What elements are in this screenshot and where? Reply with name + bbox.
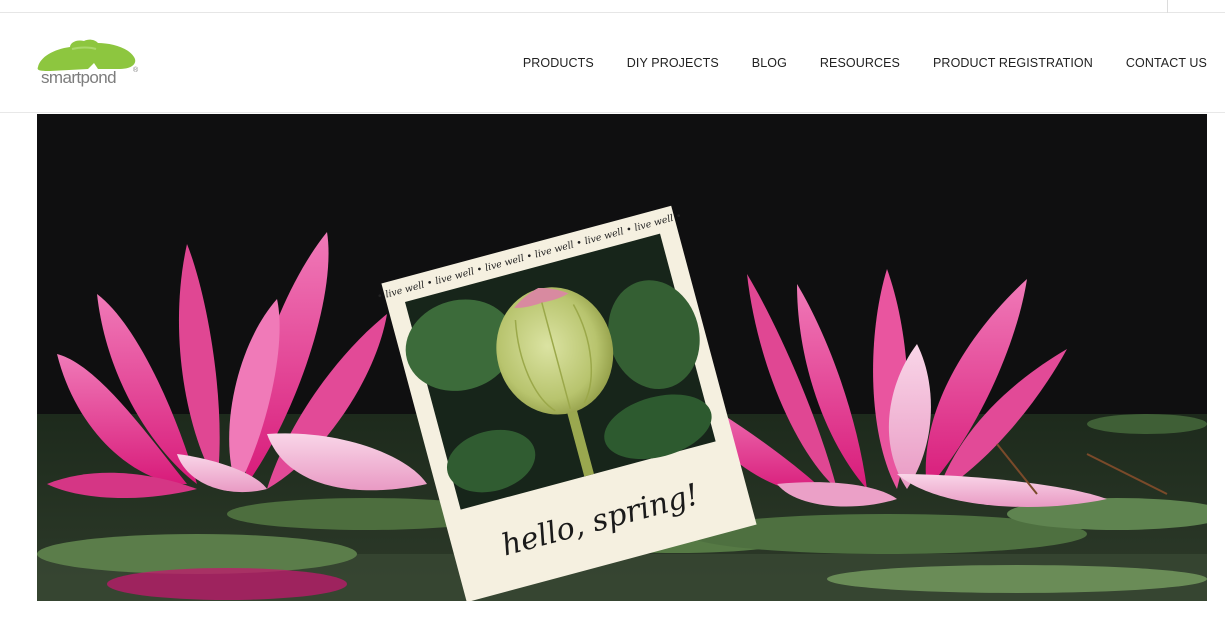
nav-diy-projects[interactable]: DIY PROJECTS — [627, 56, 719, 70]
smartpond-logo[interactable]: smartpond ® — [36, 37, 146, 89]
nav-product-registration[interactable]: PRODUCT REGISTRATION — [933, 56, 1093, 70]
top-utility-bar — [0, 0, 1225, 13]
lily-pad — [37, 534, 357, 574]
site-header: smartpond ® PRODUCTS DIY PROJECTS BLOG R… — [0, 13, 1225, 113]
hero-banner[interactable]: • live well • live well • live well • li… — [37, 114, 1207, 601]
utility-divider — [1167, 0, 1168, 13]
logo-wordmark: smartpond — [41, 68, 117, 87]
hero-image: • live well • live well • live well • li… — [37, 114, 1207, 601]
nav-contact-us[interactable]: CONTACT US — [1126, 56, 1207, 70]
nav-resources[interactable]: RESOURCES — [820, 56, 900, 70]
registered-mark: ® — [133, 67, 139, 74]
nav-blog[interactable]: BLOG — [752, 56, 787, 70]
main-navigation: PRODUCTS DIY PROJECTS BLOG RESOURCES PRO… — [490, 13, 1207, 113]
nav-products[interactable]: PRODUCTS — [523, 56, 594, 70]
